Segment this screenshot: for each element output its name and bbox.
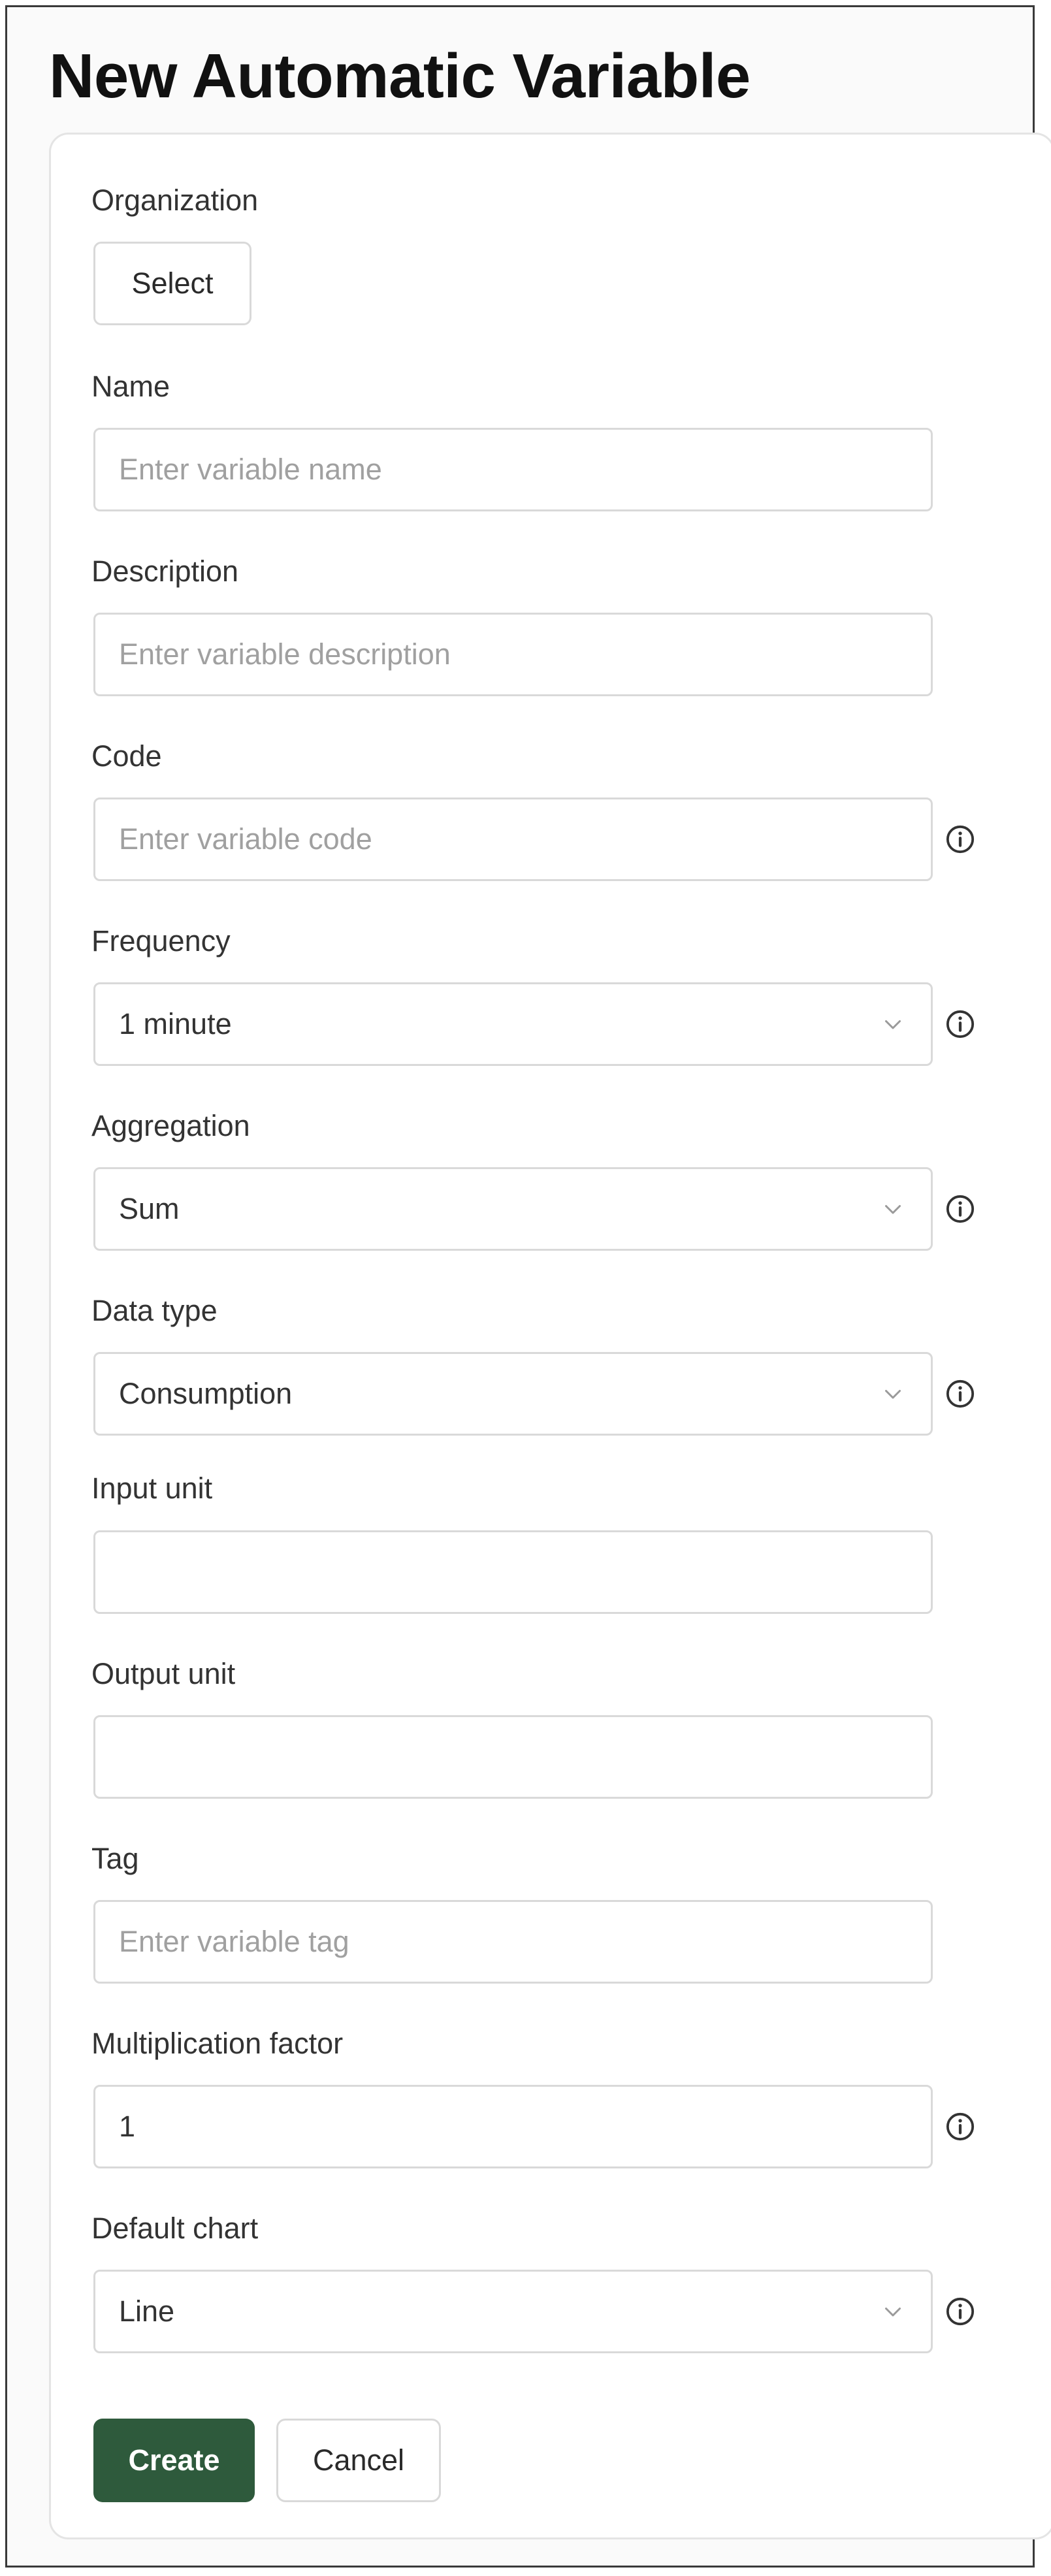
frequency-info-icon[interactable] xyxy=(945,1009,975,1039)
cancel-button[interactable]: Cancel xyxy=(276,2419,441,2502)
output-unit-label: Output unit xyxy=(91,1657,236,1690)
multiplication-factor-input[interactable] xyxy=(95,2087,931,2166)
input-unit-input[interactable] xyxy=(95,1532,931,1612)
chevron-down-icon xyxy=(885,1205,901,1214)
data-type-label: Data type xyxy=(91,1294,218,1327)
aggregation-label: Aggregation xyxy=(91,1109,250,1142)
multiplication-factor-field[interactable] xyxy=(93,2085,933,2168)
frequency-select[interactable]: 1 minute xyxy=(93,982,933,1066)
page-title: New Automatic Variable xyxy=(49,41,751,111)
organization-label: Organization xyxy=(91,184,259,217)
default-chart-select[interactable]: Line xyxy=(93,2270,933,2353)
chevron-down-icon xyxy=(885,1390,901,1399)
multiplication-factor-info-icon[interactable] xyxy=(945,2112,975,2142)
description-label: Description xyxy=(91,555,239,588)
default-chart-selected-value: Line xyxy=(119,2294,175,2328)
data-type-selected-value: Consumption xyxy=(119,1377,293,1410)
input-unit-field[interactable] xyxy=(93,1530,933,1614)
organization-select-button[interactable]: Select xyxy=(93,242,251,325)
tag-field[interactable] xyxy=(93,1900,933,1984)
name-input[interactable] xyxy=(95,430,931,509)
description-field[interactable] xyxy=(93,613,933,696)
chevron-down-icon xyxy=(885,1020,901,1029)
input-unit-label: Input unit xyxy=(91,1472,213,1505)
name-label: Name xyxy=(91,370,170,403)
code-info-icon[interactable] xyxy=(945,824,975,854)
code-label: Code xyxy=(91,739,162,773)
data-type-info-icon[interactable] xyxy=(945,1379,975,1409)
frequency-label: Frequency xyxy=(91,924,231,958)
description-input[interactable] xyxy=(95,615,931,694)
aggregation-selected-value: Sum xyxy=(119,1192,180,1225)
output-unit-field[interactable] xyxy=(93,1715,933,1799)
code-field[interactable] xyxy=(93,797,933,881)
code-input[interactable] xyxy=(95,799,931,879)
create-button[interactable]: Create xyxy=(93,2419,255,2502)
aggregation-info-icon[interactable] xyxy=(945,1194,975,1224)
multiplication-factor-label: Multiplication factor xyxy=(91,2027,344,2060)
frequency-selected-value: 1 minute xyxy=(119,1007,232,1040)
output-unit-input[interactable] xyxy=(95,1717,931,1797)
tag-label: Tag xyxy=(91,1842,139,1875)
aggregation-select[interactable]: Sum xyxy=(93,1167,933,1251)
name-field[interactable] xyxy=(93,428,933,511)
tag-input[interactable] xyxy=(95,1902,931,1982)
default-chart-label: Default chart xyxy=(91,2212,259,2245)
data-type-select[interactable]: Consumption xyxy=(93,1352,933,1436)
default-chart-info-icon[interactable] xyxy=(945,2296,975,2326)
chevron-down-icon xyxy=(885,2308,901,2317)
